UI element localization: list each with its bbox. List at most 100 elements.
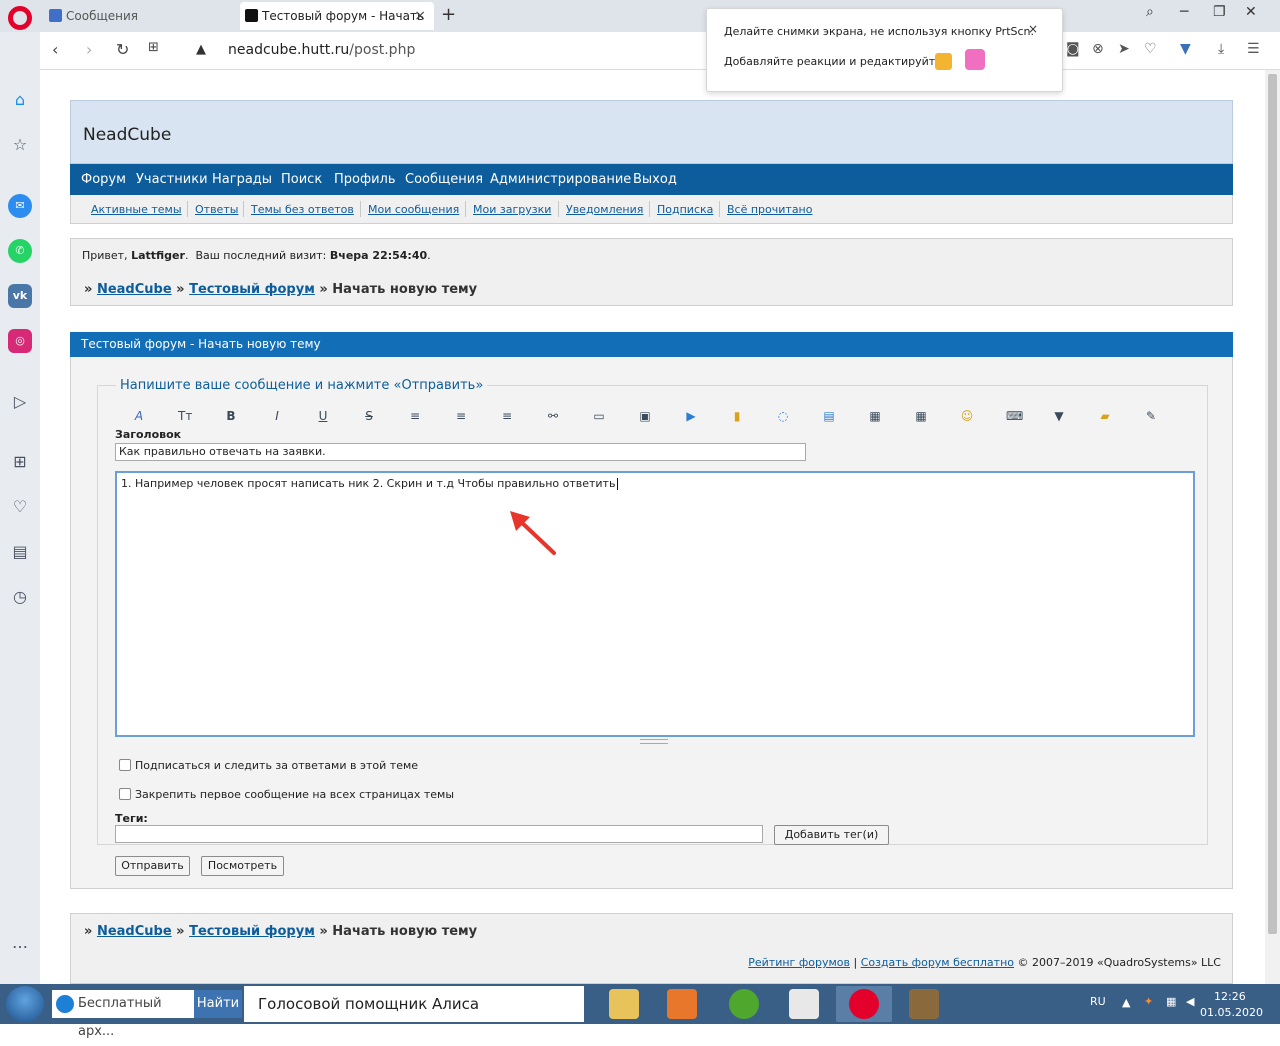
alice-assistant-field[interactable]: Голосовой помощник Алиса bbox=[244, 986, 812, 1022]
messenger-icon[interactable]: ✉ bbox=[8, 194, 32, 218]
color-icon[interactable]: ▦ bbox=[868, 409, 882, 423]
pin-label[interactable]: Закрепить первое сообщение на всех стран… bbox=[135, 788, 454, 801]
subnav-subscriptions[interactable]: Подписка bbox=[657, 203, 713, 216]
crumb-home[interactable]: NeadCube bbox=[97, 924, 172, 939]
tab-messages[interactable]: Сообщения bbox=[44, 2, 236, 30]
preview-button[interactable]: Посмотреть bbox=[201, 856, 284, 876]
clock-date[interactable]: 01.05.2020 bbox=[1200, 1006, 1263, 1019]
taskbar-opera[interactable] bbox=[836, 986, 892, 1022]
menu-icon[interactable]: ☰ bbox=[1247, 41, 1260, 57]
taskbar-explorer[interactable] bbox=[596, 986, 652, 1022]
nav-profile[interactable]: Профиль bbox=[334, 172, 396, 187]
font-icon[interactable]: A bbox=[132, 409, 146, 423]
bookmarks-star-icon[interactable]: ☆ bbox=[8, 133, 32, 157]
taskbar-find-button[interactable]: Найти bbox=[194, 990, 242, 1018]
forward-icon[interactable]: › bbox=[86, 40, 92, 59]
subnav-active-topics[interactable]: Активные темы bbox=[91, 203, 182, 216]
taskbar-yandex[interactable] bbox=[776, 986, 832, 1022]
submit-button[interactable]: Отправить bbox=[115, 856, 190, 876]
nav-admin[interactable]: Администрирование bbox=[490, 172, 631, 187]
subnav-unanswered[interactable]: Темы без ответов bbox=[251, 203, 354, 216]
taskbar-utorrent[interactable] bbox=[716, 986, 772, 1022]
tray-app-icon[interactable]: ✦ bbox=[1144, 995, 1153, 1008]
subnav-my-uploads[interactable]: Мои загрузки bbox=[473, 203, 551, 216]
pin-checkbox[interactable] bbox=[119, 788, 131, 800]
site-title[interactable]: NeadCube bbox=[83, 125, 171, 145]
home-icon[interactable]: ⌂ bbox=[8, 88, 32, 112]
dropdown-icon[interactable]: ▼ bbox=[1052, 409, 1066, 423]
nav-search[interactable]: Поиск bbox=[281, 172, 322, 187]
folder-icon[interactable]: ▰ bbox=[1098, 409, 1112, 423]
video-icon[interactable]: ▶ bbox=[684, 409, 698, 423]
nav-messages[interactable]: Сообщения bbox=[405, 172, 483, 187]
flow-icon[interactable]: ▷ bbox=[8, 390, 32, 414]
nav-logout[interactable]: Выход bbox=[633, 172, 677, 187]
adblock-icon[interactable]: ⊗ bbox=[1092, 41, 1104, 57]
nav-awards[interactable]: Награды bbox=[212, 172, 272, 187]
taskbar-media[interactable] bbox=[654, 986, 710, 1022]
cart-icon[interactable]: ▼ bbox=[1180, 41, 1191, 57]
start-button[interactable] bbox=[6, 986, 44, 1022]
align-center-icon[interactable]: ≡ bbox=[454, 409, 468, 423]
bold-icon[interactable]: B bbox=[224, 409, 238, 423]
align-right-icon[interactable]: ≡ bbox=[500, 409, 514, 423]
history-icon[interactable]: ◷ bbox=[8, 585, 32, 609]
tags-input[interactable] bbox=[115, 825, 763, 843]
close-window-icon[interactable]: ✕ bbox=[1245, 4, 1257, 20]
comment-icon[interactable]: ◌ bbox=[776, 409, 790, 423]
subnav-mark-all-read[interactable]: Всё прочитано bbox=[727, 203, 812, 216]
lock-icon[interactable]: ▮ bbox=[730, 409, 744, 423]
opera-logo-icon[interactable] bbox=[8, 6, 32, 30]
more-icon[interactable]: … bbox=[8, 931, 32, 955]
language-indicator[interactable]: RU bbox=[1090, 995, 1106, 1008]
tray-expand-icon[interactable]: ▲ bbox=[1122, 996, 1130, 1009]
search-icon[interactable]: ⌕ bbox=[1146, 4, 1154, 20]
taskbar-minecraft[interactable] bbox=[896, 986, 952, 1022]
instagram-icon[interactable]: ◎ bbox=[8, 329, 32, 353]
send-icon[interactable]: ➤ bbox=[1118, 41, 1130, 57]
crumb-home[interactable]: NeadCube bbox=[97, 282, 172, 297]
popup-close-icon[interactable]: × bbox=[1028, 22, 1038, 36]
download-icon[interactable]: ⤓ bbox=[1218, 41, 1224, 57]
table-icon[interactable]: ▦ bbox=[914, 409, 928, 423]
book-icon[interactable]: ▭ bbox=[592, 409, 606, 423]
message-textarea[interactable]: 1. Например человек просят написать ник … bbox=[115, 471, 1195, 737]
code-icon[interactable]: ▤ bbox=[822, 409, 836, 423]
strikethrough-icon[interactable]: S bbox=[362, 409, 376, 423]
nav-forum[interactable]: Форум bbox=[81, 172, 126, 187]
nav-members[interactable]: Участники bbox=[136, 172, 208, 187]
image-icon[interactable]: ▣ bbox=[638, 409, 652, 423]
taskbar-search-field[interactable]: Бесплатный арх... bbox=[52, 990, 194, 1039]
favorites-heart-icon[interactable]: ♡ bbox=[8, 495, 32, 519]
crumb-forum[interactable]: Тестовый форум bbox=[189, 924, 315, 939]
vk-icon[interactable]: vk bbox=[8, 284, 32, 308]
subscribe-checkbox[interactable] bbox=[119, 759, 131, 771]
close-tab-icon[interactable]: × bbox=[414, 2, 426, 30]
heart-icon[interactable]: ♡ bbox=[1144, 41, 1157, 57]
align-left-icon[interactable]: ≡ bbox=[408, 409, 422, 423]
subnav-replies[interactable]: Ответы bbox=[195, 203, 238, 216]
restore-icon[interactable]: ❐ bbox=[1213, 4, 1226, 20]
add-tags-button[interactable]: Добавить тег(и) bbox=[774, 825, 889, 845]
camera-icon[interactable]: ◙ bbox=[1066, 41, 1080, 57]
link-icon[interactable]: ⚯ bbox=[546, 409, 560, 423]
subnav-notifications[interactable]: Уведомления bbox=[566, 203, 643, 216]
speed-dial-icon[interactable]: ⊞ bbox=[148, 40, 159, 55]
title-input[interactable]: Как правильно отвечать на заявки. bbox=[115, 443, 806, 461]
subnav-my-posts[interactable]: Мои сообщения bbox=[368, 203, 459, 216]
url-field[interactable]: neadcube.hutt.ru/post.php bbox=[228, 42, 415, 58]
italic-icon[interactable]: I bbox=[270, 409, 284, 423]
rating-link[interactable]: Рейтинг форумов bbox=[748, 956, 850, 969]
clock-time[interactable]: 12:26 bbox=[1214, 990, 1246, 1003]
resize-grip[interactable] bbox=[640, 739, 668, 744]
reload-icon[interactable]: ↻ bbox=[116, 40, 129, 59]
new-tab-button[interactable]: + bbox=[441, 4, 456, 25]
scrollbar-thumb[interactable] bbox=[1268, 74, 1277, 934]
font-size-icon[interactable]: Tт bbox=[178, 409, 192, 423]
edit-icon[interactable]: ✎ bbox=[1144, 409, 1158, 423]
keyboard-icon[interactable]: ⌨ bbox=[1006, 409, 1023, 423]
underline-icon[interactable]: U bbox=[316, 409, 330, 423]
back-icon[interactable]: ‹ bbox=[52, 40, 58, 59]
tab-forum-active[interactable]: Тестовый форум - Начать × bbox=[240, 2, 434, 30]
subscribe-label[interactable]: Подписаться и следить за ответами в этой… bbox=[135, 759, 418, 772]
